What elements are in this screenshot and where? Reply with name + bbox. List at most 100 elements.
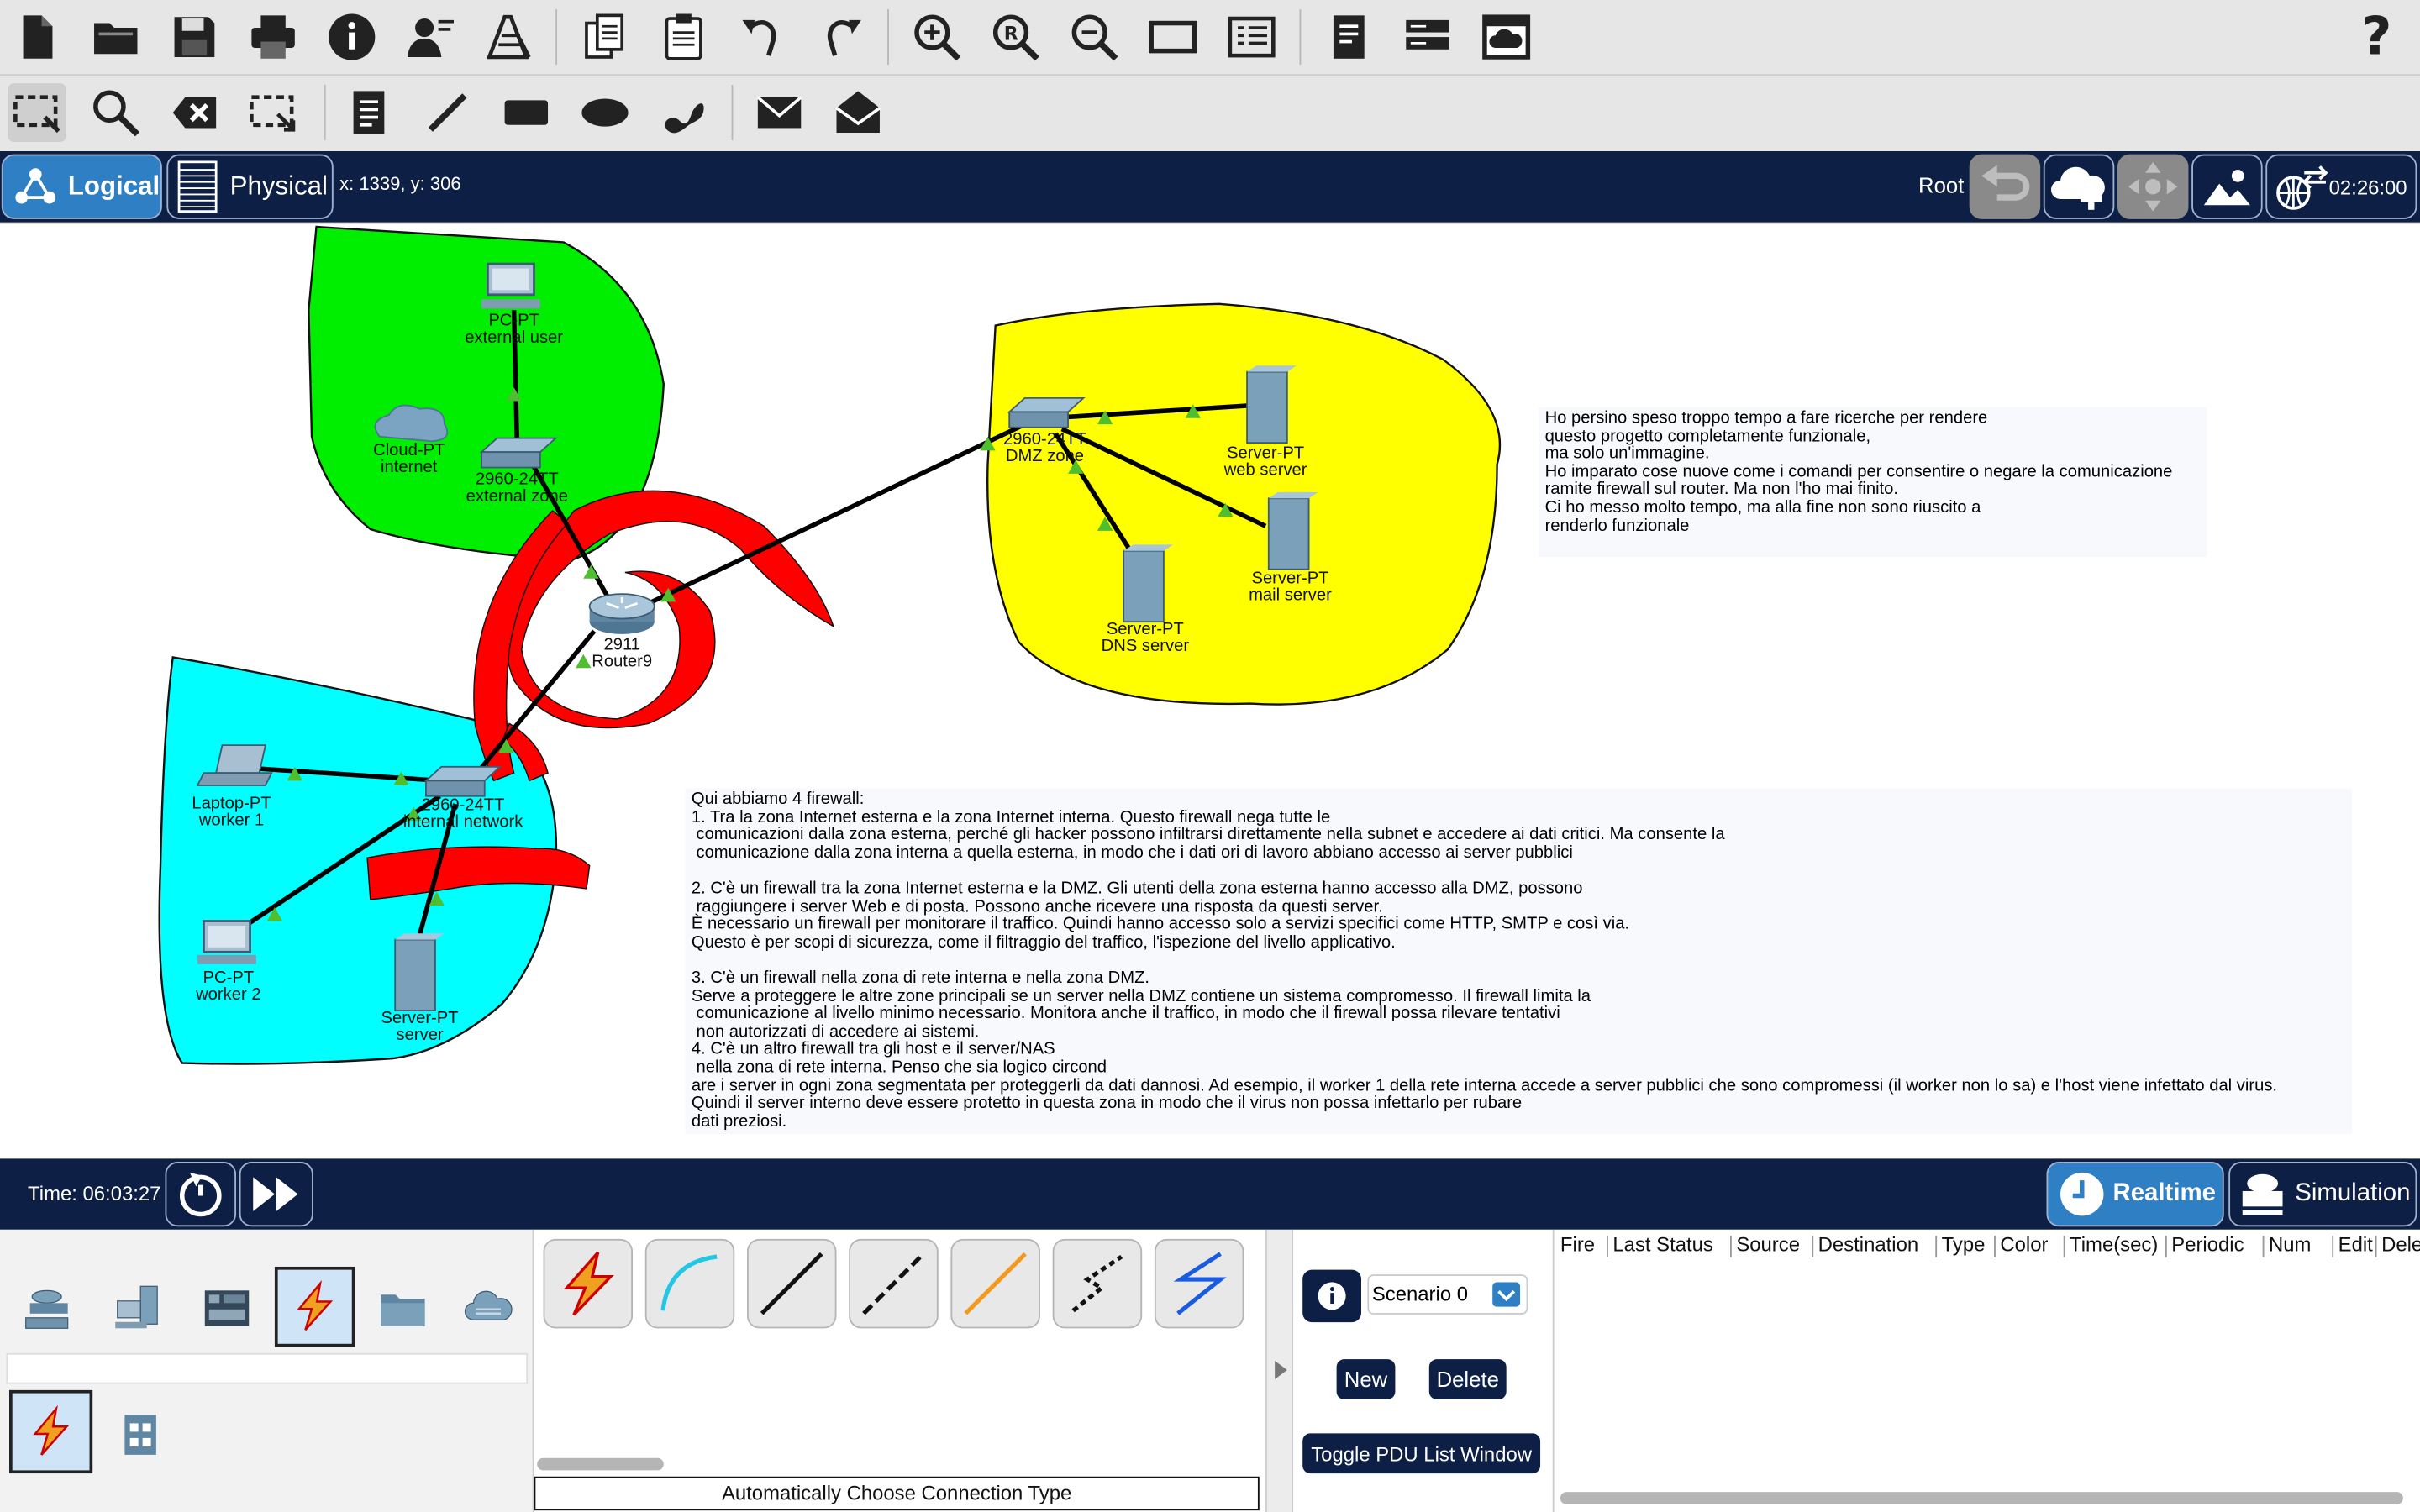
zoom-reset-icon[interactable]: R bbox=[986, 8, 1045, 66]
server-internal-label: Server-PT server bbox=[381, 1009, 459, 1045]
draw-line-icon[interactable] bbox=[418, 83, 477, 142]
new-scenario-button[interactable]: New bbox=[1336, 1359, 1396, 1399]
help-icon[interactable]: ? bbox=[2361, 6, 2391, 67]
end-devices-icon[interactable] bbox=[99, 1270, 176, 1347]
console-cable-icon[interactable] bbox=[644, 1238, 735, 1329]
copper-cross-icon[interactable] bbox=[849, 1238, 939, 1329]
multiuser-cloud-icon[interactable] bbox=[450, 1270, 528, 1347]
add-simple-pdu-icon[interactable] bbox=[750, 83, 809, 142]
custom-device-dialog-icon[interactable] bbox=[1223, 8, 1281, 66]
inspect-icon[interactable] bbox=[87, 83, 145, 142]
dmz-zone-area bbox=[986, 302, 1502, 706]
set-background-button[interactable] bbox=[2191, 154, 2263, 219]
toggle-pdu-list-button[interactable]: Toggle PDU List Window bbox=[1302, 1433, 1541, 1474]
column-divider bbox=[1812, 1236, 1814, 1257]
pdu-column-header[interactable]: Periodic bbox=[2171, 1233, 2244, 1257]
panel-splitter[interactable] bbox=[1265, 1229, 1294, 1512]
grid-view-icon[interactable] bbox=[102, 1396, 179, 1473]
note-right[interactable]: Ho persino speso troppo tempo a fare ric… bbox=[1539, 407, 2207, 558]
pdu-column-header[interactable]: Type bbox=[1942, 1233, 1986, 1257]
user-profile-icon[interactable] bbox=[402, 8, 460, 66]
pdu-scrollbar[interactable] bbox=[1560, 1492, 2403, 1504]
connections-subtype-icon[interactable] bbox=[9, 1389, 93, 1474]
misc-folder-icon[interactable] bbox=[364, 1270, 441, 1347]
pdu-column-header[interactable]: Destination bbox=[1818, 1233, 1918, 1257]
redo-icon[interactable] bbox=[812, 8, 871, 66]
column-divider bbox=[2262, 1236, 2265, 1257]
connections-scrollbar[interactable] bbox=[537, 1457, 664, 1471]
activity-wizard-icon[interactable] bbox=[480, 8, 539, 66]
save-icon[interactable] bbox=[166, 8, 224, 66]
simulation-label: Simulation bbox=[2295, 1180, 2411, 1207]
notes-icon[interactable] bbox=[1319, 8, 1378, 66]
move-object-button[interactable] bbox=[2117, 154, 2189, 219]
network-devices-icon[interactable] bbox=[9, 1270, 87, 1347]
fast-forward-button[interactable] bbox=[239, 1162, 313, 1227]
mail-server-label: Server-PT mail server bbox=[1249, 569, 1332, 605]
undo-icon[interactable] bbox=[733, 8, 792, 66]
place-note-icon[interactable] bbox=[339, 83, 398, 142]
pdu-column-header[interactable]: Color bbox=[2000, 1233, 2048, 1257]
info-circle-icon bbox=[1318, 1282, 1346, 1310]
pdu-column-header[interactable]: Edit bbox=[2338, 1233, 2373, 1257]
info-icon[interactable] bbox=[323, 8, 381, 66]
draw-rectangle-icon[interactable] bbox=[497, 83, 555, 142]
connection-types-panel: Automatically Choose Connection Type bbox=[534, 1229, 1266, 1512]
logical-workspace[interactable]: PC-PT external user Cloud-PT internet 2960… bbox=[0, 222, 2420, 1159]
column-divider bbox=[1935, 1236, 1938, 1257]
scenario-select[interactable]: Scenario 0 bbox=[1367, 1274, 1528, 1315]
copper-straight-icon[interactable] bbox=[746, 1238, 837, 1329]
delete-tool-icon[interactable] bbox=[166, 83, 224, 142]
zoom-out-icon[interactable] bbox=[1065, 8, 1123, 66]
back-button[interactable] bbox=[1969, 154, 2041, 219]
copy-icon[interactable] bbox=[576, 8, 634, 66]
main-toolbar: R ? bbox=[0, 0, 2420, 76]
freeform-icon[interactable] bbox=[655, 83, 713, 142]
tab-physical[interactable]: Physical bbox=[166, 154, 334, 219]
fast-forward-icon bbox=[253, 1177, 298, 1211]
scenario-info-button[interactable] bbox=[1302, 1269, 1361, 1323]
packet-tracer-window: R ? Logical Physical x: 1339, y: 306 Roo… bbox=[0, 0, 2420, 1512]
tab-logical-label: Logical bbox=[67, 171, 160, 201]
physical-rack-icon bbox=[177, 160, 218, 213]
toolbar-separator bbox=[1299, 9, 1302, 66]
realtime-label: Realtime bbox=[2112, 1180, 2216, 1207]
pdu-column-header[interactable]: Delete bbox=[2381, 1233, 2420, 1257]
open-folder-icon[interactable] bbox=[87, 8, 145, 66]
add-complex-pdu-icon[interactable] bbox=[829, 83, 887, 142]
root-label[interactable]: Root bbox=[1918, 173, 1964, 197]
viewport-clock-button[interactable]: 02:26:00 bbox=[2265, 154, 2417, 219]
serial-cable-icon[interactable] bbox=[1154, 1238, 1244, 1329]
fiber-cable-icon[interactable] bbox=[950, 1238, 1040, 1329]
pdu-column-header[interactable]: Source bbox=[1736, 1233, 1800, 1257]
drawing-palette-icon[interactable] bbox=[1144, 8, 1202, 66]
components-icon[interactable] bbox=[188, 1270, 266, 1347]
draw-ellipse-icon[interactable] bbox=[576, 83, 634, 142]
auto-connection-icon[interactable] bbox=[543, 1238, 634, 1329]
cloud-window-icon[interactable] bbox=[1477, 8, 1536, 66]
new-file-icon[interactable] bbox=[8, 8, 66, 66]
resize-shape-icon[interactable] bbox=[244, 83, 302, 142]
realtime-mode-button[interactable]: Realtime bbox=[2046, 1162, 2224, 1227]
pdu-column-header[interactable]: Fire bbox=[1560, 1233, 1595, 1257]
column-divider bbox=[2063, 1236, 2065, 1257]
new-cluster-button[interactable] bbox=[2043, 154, 2115, 219]
simulation-mode-button[interactable]: Simulation bbox=[2228, 1162, 2417, 1227]
phone-cable-icon[interactable] bbox=[1052, 1238, 1143, 1329]
connections-category-icon[interactable] bbox=[274, 1266, 355, 1347]
tab-physical-label: Physical bbox=[229, 171, 328, 201]
time-label: Time: 06:03:27 bbox=[28, 1181, 161, 1205]
network-device-icon[interactable] bbox=[1398, 8, 1457, 66]
pdu-column-header[interactable]: Time(sec) bbox=[2070, 1233, 2158, 1257]
pc-external-icon bbox=[481, 262, 540, 309]
print-icon[interactable] bbox=[244, 8, 302, 66]
note-bottom[interactable]: Qui abbiamo 4 firewall: 1. Tra la zona I… bbox=[685, 788, 2353, 1134]
pdu-column-header[interactable]: Last Status bbox=[1612, 1233, 1712, 1257]
zoom-in-icon[interactable] bbox=[908, 8, 966, 66]
pdu-column-header[interactable]: Num bbox=[2269, 1233, 2311, 1257]
tab-logical[interactable]: Logical bbox=[1, 154, 162, 219]
select-tool-icon[interactable] bbox=[8, 83, 66, 142]
delete-scenario-button[interactable]: Delete bbox=[1428, 1359, 1507, 1399]
paste-icon[interactable] bbox=[655, 8, 713, 66]
power-cycle-button[interactable] bbox=[165, 1162, 237, 1227]
